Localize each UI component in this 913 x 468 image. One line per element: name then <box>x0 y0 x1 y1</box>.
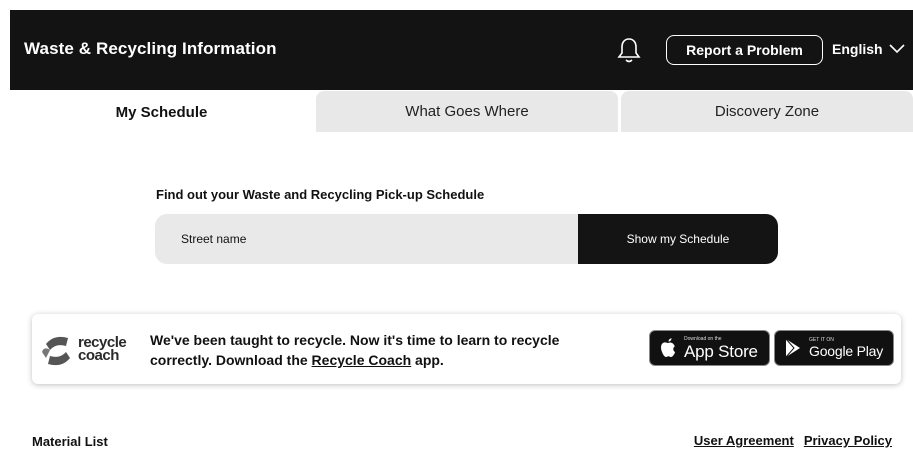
banner-text-end: app. <box>411 352 444 368</box>
apple-icon <box>661 338 675 357</box>
report-problem-button[interactable]: Report a Problem <box>666 35 823 65</box>
language-selector[interactable]: English <box>832 41 905 57</box>
recycle-coach-logo-mark <box>42 336 70 366</box>
tab-discovery-zone[interactable]: Discovery Zone <box>621 91 913 132</box>
schedule-heading: Find out your Waste and Recycling Pick-u… <box>156 187 485 202</box>
logo-word-coach: coach <box>78 347 119 364</box>
language-label: English <box>832 41 883 57</box>
user-agreement-link[interactable]: User Agreement <box>694 433 794 448</box>
app-store-badge[interactable]: Download on the App Store <box>649 330 770 366</box>
material-list-link[interactable]: Material List <box>32 434 108 449</box>
app-store-label: App Store <box>684 341 758 361</box>
google-play-badge[interactable]: GET IT ON Google Play <box>774 330 894 366</box>
street-name-input[interactable] <box>155 214 579 264</box>
recycle-coach-logo: recycle coach <box>40 330 146 370</box>
recycle-coach-link[interactable]: Recycle Coach <box>312 352 412 368</box>
app-title: Waste & Recycling Information <box>24 39 277 58</box>
tab-what-goes-where[interactable]: What Goes Where <box>316 91 618 132</box>
show-schedule-button[interactable]: Show my Schedule <box>578 214 778 264</box>
bell-icon[interactable] <box>616 36 642 64</box>
privacy-policy-link[interactable]: Privacy Policy <box>804 433 892 448</box>
google-play-label: Google Play <box>809 343 884 359</box>
google-play-icon <box>785 338 800 358</box>
footer-links: User Agreement Privacy Policy <box>694 433 892 448</box>
chevron-down-icon <box>888 44 905 54</box>
top-header-bar: Waste & Recycling Information Report a P… <box>10 10 913 90</box>
banner-message: We've been taught to recycle. Now it's t… <box>150 330 620 370</box>
app-store-small-text: Download on the <box>684 335 722 342</box>
tab-my-schedule[interactable]: My Schedule <box>10 91 313 133</box>
recycle-coach-banner: recycle coach We've been taught to recyc… <box>32 314 901 384</box>
